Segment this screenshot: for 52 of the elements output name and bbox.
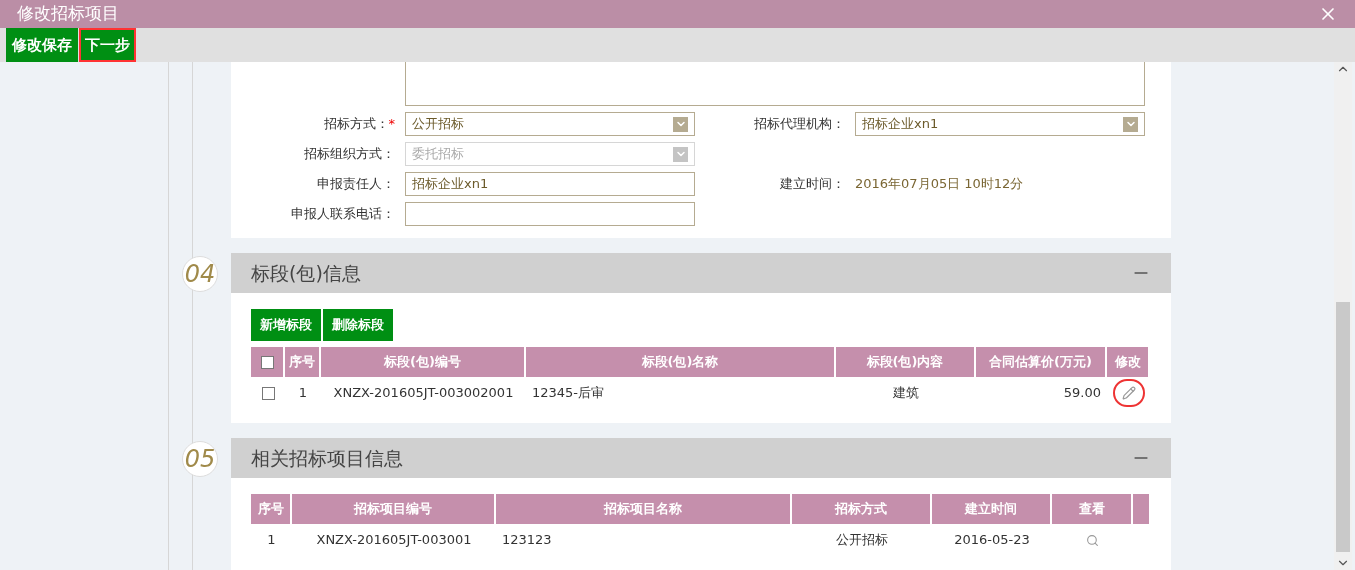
checkbox[interactable]	[260, 355, 274, 369]
input-field[interactable]: 招标企业xn1	[405, 172, 695, 196]
column-header: 修改	[1107, 347, 1150, 377]
dropdown[interactable]: 招标企业xn1	[855, 112, 1145, 136]
toolbar-button[interactable]: 修改保存	[6, 28, 78, 62]
column-header	[1133, 494, 1151, 524]
input-field[interactable]	[405, 202, 695, 226]
search-icon	[1086, 533, 1099, 547]
section-title: 相关招标项目信息	[251, 445, 403, 471]
column-header: 标段(包)编号	[321, 347, 526, 377]
pencil-icon	[1121, 386, 1136, 400]
step-number: 05	[182, 441, 218, 477]
column-header: 查看	[1052, 494, 1133, 524]
table-cell: XNZX-201605JT-003001	[316, 532, 472, 548]
column-header: 招标项目名称	[496, 494, 792, 524]
column-header: 序号	[251, 494, 292, 524]
field-value: 2016年07月05日 10时12分	[855, 175, 1024, 194]
table-cell: 建筑	[893, 385, 919, 401]
column-header: 序号	[285, 347, 321, 377]
edit-button[interactable]	[1112, 379, 1145, 407]
field-label: 建立时间：	[780, 175, 845, 194]
table-cell: 12345-后审	[532, 385, 605, 401]
text-area[interactable]	[405, 62, 1145, 106]
table-cell: 2016-05-23	[954, 532, 1030, 548]
scrollbar[interactable]	[1334, 62, 1352, 570]
toolbar-button[interactable]: 下一步	[79, 28, 136, 62]
table-cell: 1	[298, 385, 308, 401]
toolbar-button[interactable]: 删除标段	[323, 309, 393, 341]
section-title: 标段(包)信息	[251, 260, 361, 286]
table-cell: 1	[267, 532, 276, 548]
scroll-thumb[interactable]	[1336, 302, 1350, 552]
field-label: 招标组织方式：	[304, 145, 395, 164]
column-header: 招标方式	[792, 494, 932, 524]
step-number: 04	[182, 256, 218, 292]
column-header: 建立时间	[932, 494, 1052, 524]
dropdown[interactable]: 公开招标	[405, 112, 695, 136]
field-label: 招标方式：	[323, 115, 389, 134]
table-cell: 59.00	[1063, 385, 1101, 401]
required-mark: *	[388, 115, 395, 134]
column-header: 招标项目编号	[292, 494, 496, 524]
checkbox[interactable]	[261, 386, 275, 400]
toolbar-button[interactable]: 新增标段	[251, 309, 321, 341]
field-label: 申报人联系电话：	[291, 205, 395, 224]
column-header: 标段(包)内容	[836, 347, 976, 377]
field-label: 招标代理机构：	[754, 115, 845, 134]
window-title: 修改招标项目	[17, 2, 119, 26]
column-header: 合同估算价(万元)	[976, 347, 1107, 377]
table-cell: XNZX-201605JT-003002001	[333, 385, 514, 401]
table-cell: 123123	[502, 532, 552, 548]
column-header: 标段(包)名称	[526, 347, 836, 377]
field-label: 申报责任人：	[317, 175, 395, 194]
table-cell: 公开招标	[836, 532, 888, 548]
